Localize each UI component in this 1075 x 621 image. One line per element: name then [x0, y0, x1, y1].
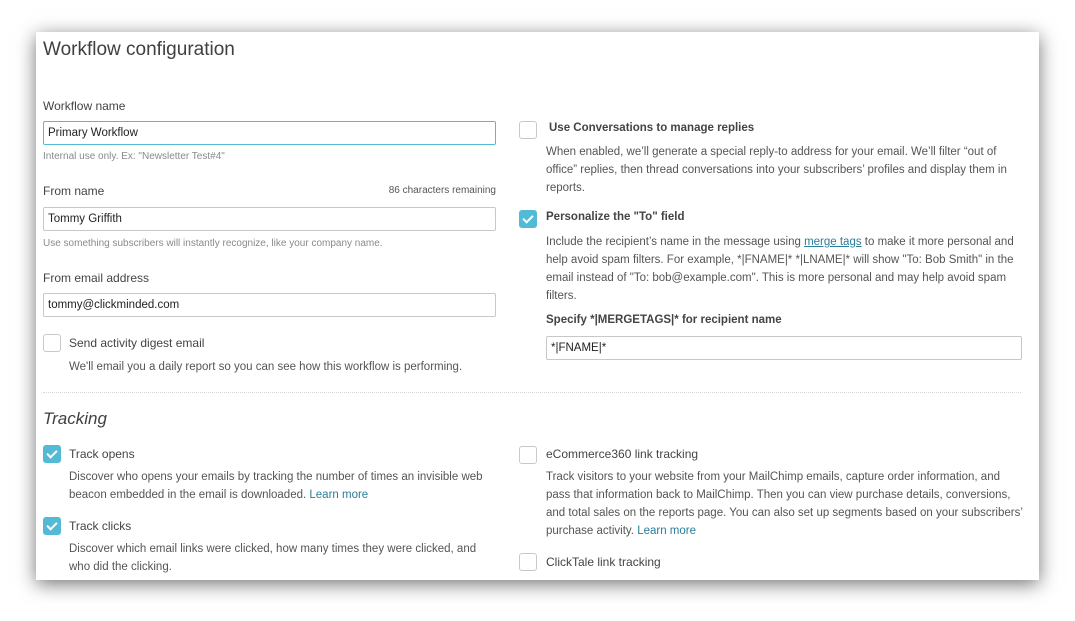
section-divider: [43, 392, 1021, 393]
clicktale-checkbox[interactable]: [519, 553, 537, 571]
tracking-heading: Tracking: [43, 409, 107, 428]
workflow-name-input[interactable]: [43, 121, 496, 145]
ecommerce360-learn-more-link[interactable]: Learn more: [637, 525, 696, 537]
page-title: Workflow configuration: [43, 39, 235, 60]
ecommerce360-label: eCommerce360 link tracking: [546, 447, 699, 461]
merge-tags-link[interactable]: merge tags: [804, 236, 862, 248]
track-opens-label: Track opens: [69, 447, 135, 461]
from-name-hint: Use something subscribers will instantly…: [43, 238, 383, 249]
track-clicks-checkbox[interactable]: [43, 517, 61, 535]
workflow-config-panel: Workflow configuration Workflow name Int…: [36, 32, 1039, 580]
personalize-description: Include the recipient’s name in the mess…: [546, 233, 1016, 305]
track-opens-description: Discover who opens your emails by tracki…: [69, 468, 499, 504]
track-clicks-label: Track clicks: [69, 519, 132, 533]
digest-label: Send activity digest email: [69, 336, 205, 350]
track-opens-learn-more-link[interactable]: Learn more: [309, 489, 368, 501]
specify-mergetags-label: Specify *|MERGETAGS|* for recipient name: [546, 314, 782, 326]
personalize-label: Personalize the "To" field: [546, 211, 685, 223]
workflow-name-hint: Internal use only. Ex: "Newsletter Test#…: [43, 151, 225, 162]
personalize-text: Include the recipient’s name in the mess…: [546, 236, 805, 248]
from-name-input[interactable]: [43, 207, 496, 231]
track-opens-checkbox[interactable]: [43, 445, 61, 463]
conversations-description: When enabled, we’ll generate a special r…: [546, 146, 1007, 194]
from-email-label: From email address: [43, 271, 150, 285]
clicktale-label: ClickTale link tracking: [546, 555, 661, 569]
from-name-label: From name: [43, 184, 105, 198]
workflow-name-label: Workflow name: [43, 99, 126, 113]
ecommerce360-text: Track visitors to your website from your…: [546, 471, 1023, 537]
mergetags-input[interactable]: [546, 336, 1022, 360]
digest-description: We'll email you a daily report so you ca…: [69, 361, 463, 373]
digest-checkbox[interactable]: [43, 334, 61, 352]
characters-remaining: 86 characters remaining: [388, 185, 496, 196]
from-email-input[interactable]: [43, 293, 496, 317]
conversations-checkbox[interactable]: [519, 121, 537, 139]
personalize-checkbox[interactable]: [519, 210, 537, 228]
conversations-label: Use Conversations to manage replies: [549, 122, 755, 134]
track-opens-text: Discover who opens your emails by tracki…: [69, 471, 483, 501]
ecommerce360-description: Track visitors to your website from your…: [546, 468, 1024, 540]
track-clicks-description: Discover which email links were clicked,…: [69, 543, 477, 573]
ecommerce360-checkbox[interactable]: [519, 446, 537, 464]
